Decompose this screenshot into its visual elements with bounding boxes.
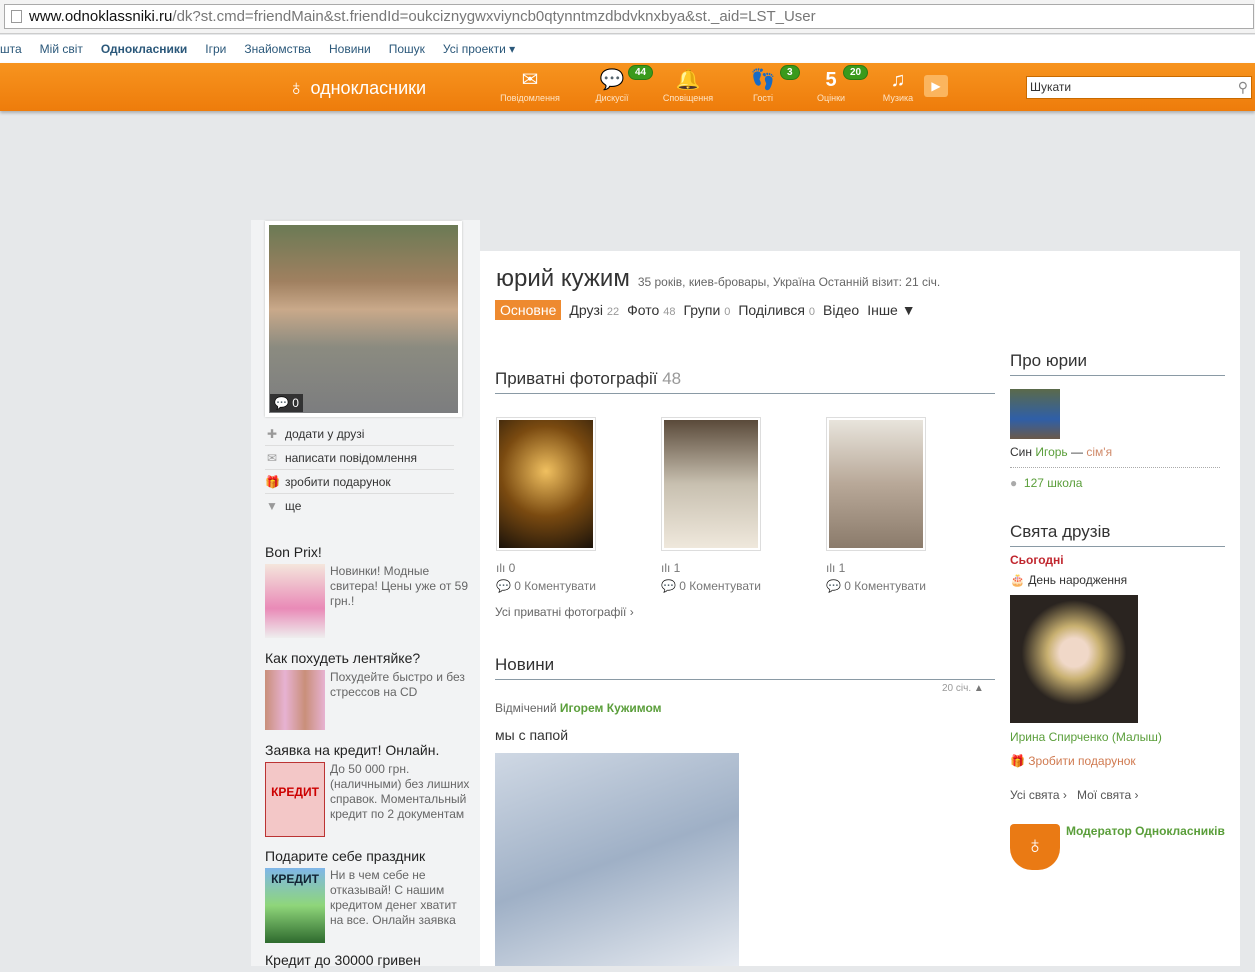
tab-more[interactable]: Інше ▼ xyxy=(867,302,915,318)
news-caption: мы с папой xyxy=(495,727,569,743)
school-link[interactable]: 127 школа xyxy=(1024,476,1082,490)
nav-mail[interactable]: шта xyxy=(0,42,22,56)
tab-photos[interactable]: Фото 48 xyxy=(627,302,675,318)
relative-link[interactable]: Игорь xyxy=(1035,445,1067,459)
give-gift-link[interactable]: 🎁 Зробити подарунок xyxy=(1010,754,1225,768)
ad-item[interactable]: Bon Prix! Новинки! Модные свитера! Цены у… xyxy=(265,544,470,650)
ad-image: КРЕДИТ xyxy=(265,868,325,943)
nav-my-world[interactable]: Мій світ xyxy=(40,42,83,56)
ad-image xyxy=(265,564,325,638)
plus-icon: ✚ xyxy=(266,426,278,441)
gift-icon: 🎁 xyxy=(1010,754,1025,768)
views-count: ılı 1 xyxy=(826,561,846,575)
tagged-by-link[interactable]: Игорем Кужимом xyxy=(560,701,662,715)
profile-tabs: Основне Друзі 22 Фото 48 Групи 0 Поділив… xyxy=(495,300,916,320)
nav-all-projects[interactable]: Усі проекти ▾ xyxy=(443,42,515,56)
photo-thumbnail[interactable] xyxy=(829,420,923,548)
holiday-links: Усі свята › Мої свята › xyxy=(1010,788,1225,802)
ads-block: Bon Prix! Новинки! Модные свитера! Цены у… xyxy=(265,544,470,972)
photo-card[interactable]: ılı 1 💬 0 Коментувати xyxy=(826,417,926,595)
private-photos-heading: Приватні фотографії 48 xyxy=(495,369,995,394)
tagged-line: Відмічений Игорем Кужимом xyxy=(495,701,662,715)
nav-news[interactable]: Новини xyxy=(329,42,371,56)
nav-dating[interactable]: Знайомства xyxy=(244,42,311,56)
ok-logo-icon: ♁ xyxy=(288,75,305,100)
moderator-link[interactable]: Модератор Однокласників xyxy=(1066,824,1225,870)
tab-video[interactable]: Відео xyxy=(823,302,859,318)
nav-odnoklassniki[interactable]: Однокласники xyxy=(101,42,187,56)
right-column: Про юрии Син Игорь — сім'я ● 127 школа С… xyxy=(1010,351,1225,870)
url-field[interactable]: www.odnoklassniki.ru/dk?st.cmd=friendMai… xyxy=(4,4,1254,29)
warning-icon[interactable]: ▲ xyxy=(974,683,984,694)
all-holidays-link[interactable]: Усі свята › xyxy=(1010,788,1067,802)
profile-name: юрий кужим xyxy=(496,265,630,292)
search-icon[interactable]: ⚲ xyxy=(1238,77,1248,98)
main-toolbar: ♁ однокласники ✉ Повідомлення 💬 Дискусії 44… xyxy=(0,63,1255,111)
photo-thumbnail[interactable] xyxy=(664,420,758,548)
nav-search[interactable]: Пошук xyxy=(389,42,425,56)
tab-groups[interactable]: Групи 0 xyxy=(683,302,730,318)
left-sidebar: 💬 0 ✚ додати у друзі ✉ написати повідомлен… xyxy=(251,220,480,968)
comment-link[interactable]: 💬 0 Коментувати xyxy=(496,577,596,595)
tab-shared[interactable]: Поділився 0 xyxy=(738,302,815,318)
bell-icon: 🔔 xyxy=(675,69,701,91)
about-heading: Про юрии xyxy=(1010,351,1225,376)
holidays-heading: Свята друзів xyxy=(1010,522,1225,547)
globe-icon: ● xyxy=(1010,476,1018,490)
envelope-icon: ✉ xyxy=(266,450,278,465)
photo-card[interactable]: ılı 1 💬 0 Коментувати xyxy=(661,417,761,595)
profile-avatar[interactable]: 💬 0 xyxy=(265,221,462,417)
more-button[interactable]: ▼ ще xyxy=(265,494,454,518)
tab-main[interactable]: Основне xyxy=(495,300,562,320)
site-logo[interactable]: ♁ однокласники xyxy=(288,75,426,101)
ok-shield-icon: ♁ xyxy=(1010,824,1060,870)
triangle-down-icon: ▼ xyxy=(266,499,278,513)
add-friend-button[interactable]: ✚ додати у друзі xyxy=(265,422,454,446)
toolbar-notifications[interactable]: 🔔 Сповіщення xyxy=(648,67,728,103)
my-holidays-link[interactable]: Мої свята › xyxy=(1077,788,1139,802)
search-input[interactable]: Шукати ⚲ xyxy=(1026,76,1252,99)
photo-thumbnail[interactable] xyxy=(499,420,593,548)
relative-avatar[interactable] xyxy=(1010,389,1060,439)
ad-image: КРЕДИТ xyxy=(265,762,325,837)
tab-friends[interactable]: Друзі 22 xyxy=(569,302,619,318)
profile-main: юрий кужим 35 років, киев-бровары, Україн… xyxy=(480,251,1240,966)
all-private-photos-link[interactable]: Усі приватні фотографії › xyxy=(495,605,634,619)
toolbar-messages[interactable]: ✉ Повідомлення xyxy=(490,67,570,103)
birthday-line: 🎂 День народження xyxy=(1010,573,1128,587)
nav-games[interactable]: Ігри xyxy=(205,42,226,56)
news-date: 20 січ. ▲ xyxy=(942,683,984,694)
send-gift-button[interactable]: 🎁 зробити подарунок xyxy=(265,470,454,494)
ad-image xyxy=(265,670,325,730)
page-icon xyxy=(11,10,22,23)
comment-link[interactable]: 💬 0 Коментувати xyxy=(661,577,761,595)
ad-item[interactable]: Как похудеть лентяйке? Похудейте быстро и… xyxy=(265,650,470,742)
avatar-comments-count: 💬 0 xyxy=(270,394,303,412)
moderator-badge: ♁ Модератор Однокласників xyxy=(1010,824,1225,870)
news-photo[interactable] xyxy=(495,753,739,966)
friend-photo[interactable] xyxy=(1010,595,1138,723)
music-play-button[interactable]: ▶ xyxy=(924,75,948,97)
comment-link[interactable]: 💬 0 Коментувати xyxy=(826,577,926,595)
today-label: Сьогодні xyxy=(1010,553,1064,567)
profile-info: 35 років, киев-бровары, Україна Останній… xyxy=(637,275,941,289)
portal-nav: шта Мій світ Однокласники Ігри Знайомств… xyxy=(0,35,1255,63)
address-bar[interactable]: www.odnoklassniki.ru/dk?st.cmd=friendMai… xyxy=(0,0,1255,34)
photo-card[interactable]: ılı 0 💬 0 Коментувати xyxy=(496,417,596,595)
school-line: ● 127 школа xyxy=(1010,476,1225,490)
news-heading: Новини xyxy=(495,655,995,680)
envelope-icon: ✉ xyxy=(521,69,539,91)
relative-line: Син Игорь — сім'я xyxy=(1010,445,1220,468)
ad-item[interactable]: Заявка на кредит! Онлайн. КРЕДИТ До 50 000… xyxy=(265,742,470,848)
ad-item[interactable]: Подарите себе праздник КРЕДИТ Ни в чем себ… xyxy=(265,848,470,952)
send-message-button[interactable]: ✉ написати повідомлення xyxy=(265,446,454,470)
gift-icon: 🎁 xyxy=(265,474,280,489)
views-count: ılı 1 xyxy=(661,561,681,575)
views-count: ılı 0 xyxy=(496,561,516,575)
friend-name-link[interactable]: Ирина Спирченко (Малыш) xyxy=(1010,730,1225,744)
cake-icon: 🎂 xyxy=(1010,573,1025,587)
